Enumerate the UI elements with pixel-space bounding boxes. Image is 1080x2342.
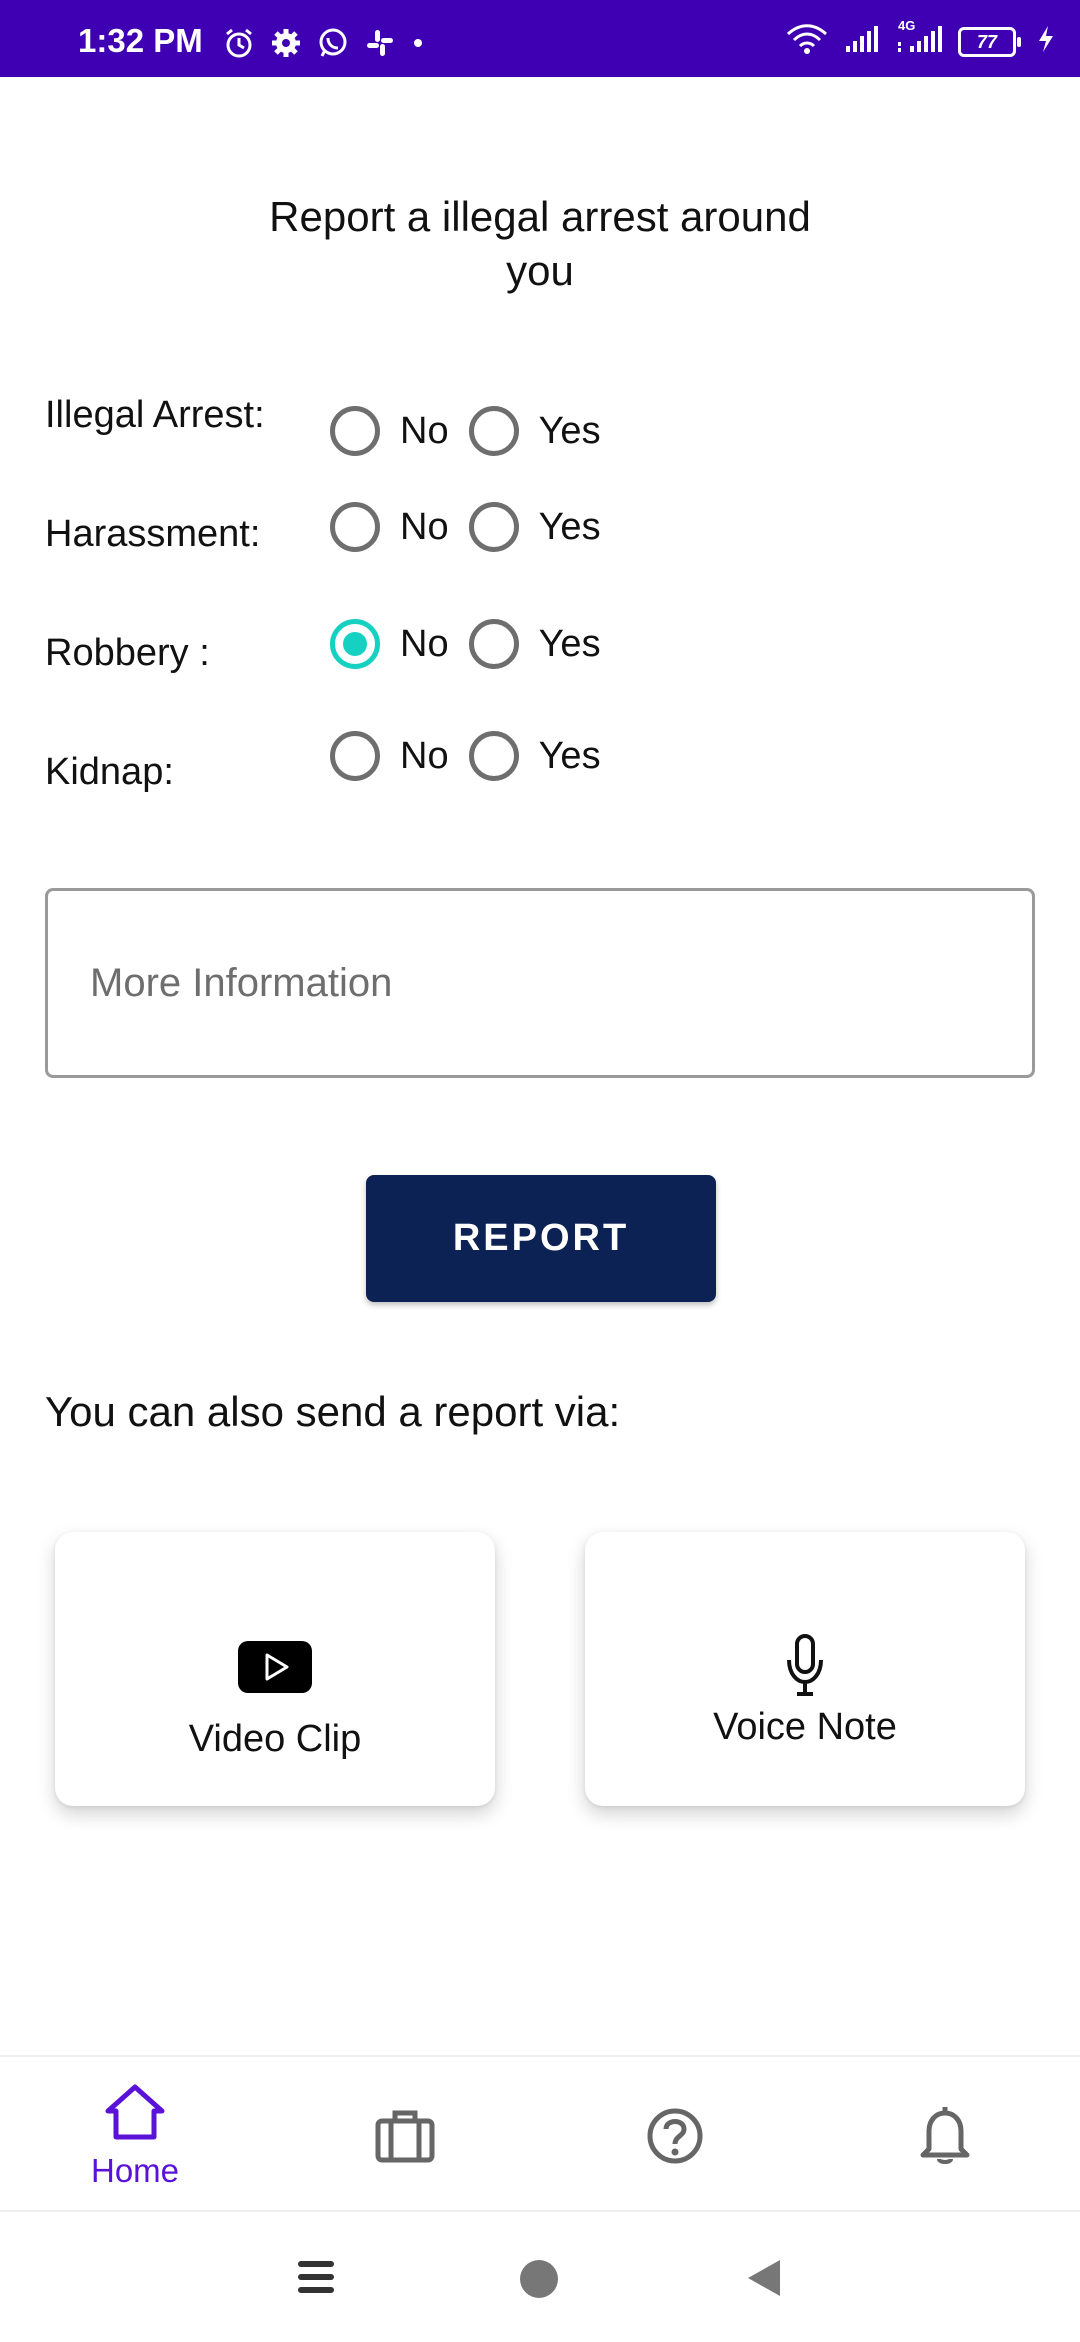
- question-label: Kidnap:: [45, 751, 174, 793]
- alarm-icon: [222, 26, 256, 65]
- nav-item-help[interactable]: [540, 2057, 810, 2212]
- signal-4g-icon: 4G: [894, 18, 944, 59]
- radio-group-illegal-arrest: No Yes: [330, 406, 621, 456]
- nav-item-notifications[interactable]: [810, 2057, 1080, 2212]
- nav-label-home: Home: [90, 2152, 180, 2189]
- radio-no[interactable]: [330, 406, 380, 456]
- briefcase-icon: [375, 2109, 435, 2168]
- bottom-navigation: Home: [0, 2055, 1080, 2212]
- whatsapp-icon: [316, 26, 350, 65]
- wifi-icon: [784, 22, 830, 61]
- radio-group-kidnap: No Yes: [330, 731, 621, 781]
- back-icon[interactable]: [744, 2256, 784, 2305]
- radio-yes-label[interactable]: Yes: [539, 506, 601, 549]
- slack-icon: [364, 27, 396, 64]
- radio-group-harassment: No Yes: [330, 502, 621, 552]
- more-information-field[interactable]: More Information: [45, 888, 1035, 1078]
- alternative-heading: You can also send a report via:: [45, 1388, 621, 1435]
- charging-icon: [1036, 24, 1056, 59]
- question-label: Harassment:: [45, 513, 261, 555]
- status-time: 1:32 PM: [78, 22, 203, 59]
- page-title-line-1: Report a illegal arrest around: [269, 193, 811, 240]
- question-row-kidnap: Kidnap: No Yes: [0, 731, 1080, 813]
- radio-no-selected[interactable]: [330, 619, 380, 669]
- settings-icon: [270, 27, 302, 64]
- home-button-icon[interactable]: [518, 2258, 560, 2305]
- signal-icon: [844, 24, 880, 59]
- page-title-line-2: you: [506, 247, 574, 294]
- radio-no-label[interactable]: No: [400, 410, 449, 453]
- radio-no-label[interactable]: No: [400, 735, 449, 778]
- nav-item-home[interactable]: Home: [0, 2057, 270, 2212]
- radio-yes-label[interactable]: Yes: [539, 410, 601, 453]
- radio-group-robbery: No Yes: [330, 619, 621, 669]
- radio-yes[interactable]: [468, 731, 519, 781]
- question-label: Robbery :: [45, 632, 210, 674]
- radio-no-label[interactable]: No: [400, 623, 449, 666]
- status-bar: 1:32 PM 4G 77: [0, 0, 1080, 77]
- report-button[interactable]: REPORT: [366, 1175, 716, 1302]
- question-row-harassment: Harassment: No Yes: [0, 502, 1080, 575]
- more-information-placeholder: More Information: [90, 961, 393, 1005]
- nav-item-briefcase[interactable]: [270, 2057, 540, 2212]
- network-type: 4G: [898, 18, 916, 33]
- help-icon: [646, 2107, 704, 2170]
- voice-note-card[interactable]: Voice Note: [585, 1532, 1025, 1806]
- play-icon: [237, 1640, 313, 1699]
- radio-no[interactable]: [330, 731, 380, 781]
- system-status-icons: 4G 77: [784, 18, 1056, 61]
- voice-note-label: Voice Note: [713, 1706, 897, 1748]
- video-clip-label: Video Clip: [188, 1718, 362, 1760]
- radio-yes-label[interactable]: Yes: [539, 735, 601, 778]
- radio-yes[interactable]: [468, 406, 519, 456]
- video-clip-card[interactable]: Video Clip: [55, 1532, 495, 1806]
- question-label: Illegal Arrest:: [45, 394, 265, 436]
- system-navigation-bar: [0, 2210, 1080, 2342]
- radio-yes-label[interactable]: Yes: [539, 623, 601, 666]
- menu-icon[interactable]: [296, 2257, 336, 2302]
- battery-icon: 77: [958, 26, 1021, 57]
- bell-icon: [919, 2105, 971, 2170]
- radio-yes[interactable]: [468, 619, 519, 669]
- home-icon: [104, 2083, 166, 2146]
- question-row-robbery: Robbery : No Yes: [0, 619, 1080, 694]
- question-row-illegal-arrest: Illegal Arrest: No Yes: [0, 386, 1080, 456]
- radio-no-label[interactable]: No: [400, 506, 449, 549]
- page-title: Report a illegal arrest around you: [200, 190, 880, 298]
- notification-icons: [222, 26, 426, 65]
- radio-yes[interactable]: [468, 502, 519, 552]
- dot-icon: [410, 35, 426, 56]
- radio-no[interactable]: [330, 502, 380, 552]
- microphone-icon: [783, 1634, 827, 1703]
